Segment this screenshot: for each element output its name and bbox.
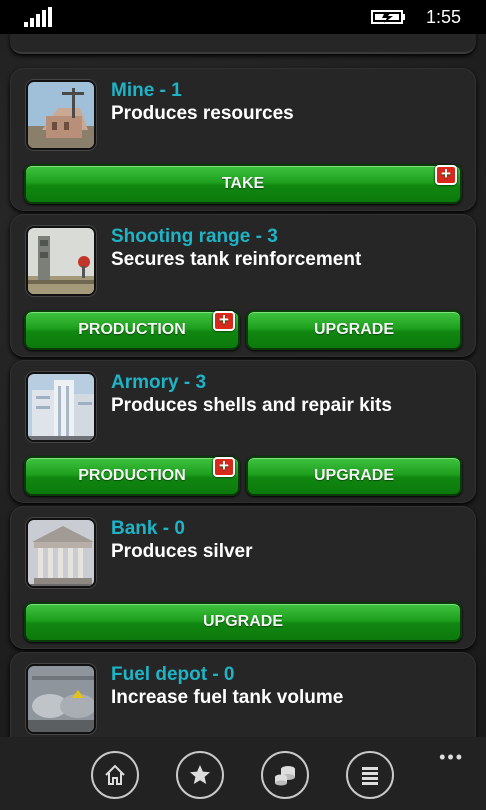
building-card-mine: Mine - 1 Produces resources TAKE + (10, 68, 476, 211)
star-icon (190, 765, 210, 784)
plus-badge-icon: + (435, 165, 457, 185)
button-label: PRODUCTION (78, 321, 186, 338)
favorites-button[interactable] (176, 751, 224, 799)
take-button[interactable]: TAKE + (24, 164, 462, 204)
shooting-range-thumbnail (26, 226, 96, 296)
production-button[interactable]: PRODUCTION + (24, 456, 240, 496)
previous-card-edge (10, 34, 476, 54)
more-options-button[interactable]: ••• (439, 747, 464, 768)
building-description: Increase fuel tank volume (111, 687, 344, 708)
button-label: UPGRADE (202, 613, 283, 630)
signal-strength-icon (24, 7, 56, 27)
plus-badge-icon: + (213, 457, 235, 477)
button-label: UPGRADE (313, 321, 394, 338)
building-description: Secures tank reinforcement (111, 249, 362, 270)
buildings-list[interactable]: Mine - 1 Produces resources TAKE + Shoot… (0, 34, 486, 737)
mine-thumbnail (26, 80, 96, 150)
upgrade-button[interactable]: UPGRADE (24, 602, 462, 642)
battery-charging-icon (371, 10, 405, 24)
building-card-shooting-range: Shooting range - 3 Secures tank reinforc… (10, 214, 476, 357)
clock: 1:55 (426, 7, 462, 27)
bank-thumbnail (26, 518, 96, 588)
home-button[interactable] (91, 751, 139, 799)
menu-button[interactable] (346, 751, 394, 799)
button-label: PRODUCTION (78, 467, 186, 484)
plus-badge-icon: + (213, 311, 235, 331)
building-title: Fuel depot - 0 (111, 664, 235, 685)
building-card-armory: Armory - 3 Produces shells and repair ki… (10, 360, 476, 503)
button-label: UPGRADE (313, 467, 394, 484)
building-description: Produces resources (111, 103, 294, 124)
building-title: Mine - 1 (111, 80, 182, 101)
status-bar: 1:55 (0, 0, 486, 34)
building-title: Bank - 0 (111, 518, 185, 539)
building-title: Armory - 3 (111, 372, 207, 393)
building-title: Shooting range - 3 (111, 226, 278, 247)
building-card-bank: Bank - 0 Produces silver UPGRADE (10, 506, 476, 649)
coins-button[interactable] (261, 751, 309, 799)
fuel-depot-thumbnail (26, 664, 96, 734)
coins-icon (275, 766, 295, 786)
building-card-fuel-depot: Fuel depot - 0 Increase fuel tank volume (10, 652, 476, 737)
upgrade-button[interactable]: UPGRADE (246, 456, 462, 496)
building-description: Produces silver (111, 541, 253, 562)
app-bar: ••• (0, 737, 486, 810)
production-button[interactable]: PRODUCTION + (24, 310, 240, 350)
menu-list-icon (362, 767, 378, 785)
button-label: TAKE (221, 175, 265, 192)
upgrade-button[interactable]: UPGRADE (246, 310, 462, 350)
home-icon (105, 764, 125, 785)
building-description: Produces shells and repair kits (111, 395, 392, 416)
armory-thumbnail (26, 372, 96, 442)
